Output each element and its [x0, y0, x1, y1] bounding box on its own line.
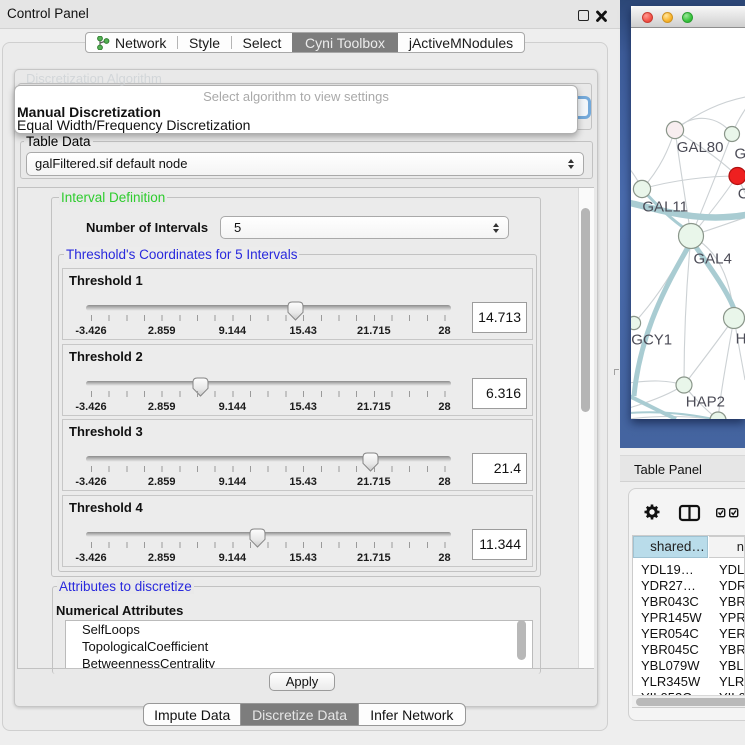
svg-text:C: C	[738, 186, 745, 203]
svg-text:GCY1: GCY1	[631, 332, 672, 349]
svg-text:GA: GA	[735, 146, 745, 163]
svg-text:GAL11: GAL11	[642, 199, 688, 216]
svg-text:HAP2: HAP2	[686, 394, 725, 411]
svg-text:GAL80: GAL80	[677, 139, 724, 156]
svg-text:H: H	[736, 331, 745, 348]
svg-text:GAL4: GAL4	[694, 251, 732, 268]
